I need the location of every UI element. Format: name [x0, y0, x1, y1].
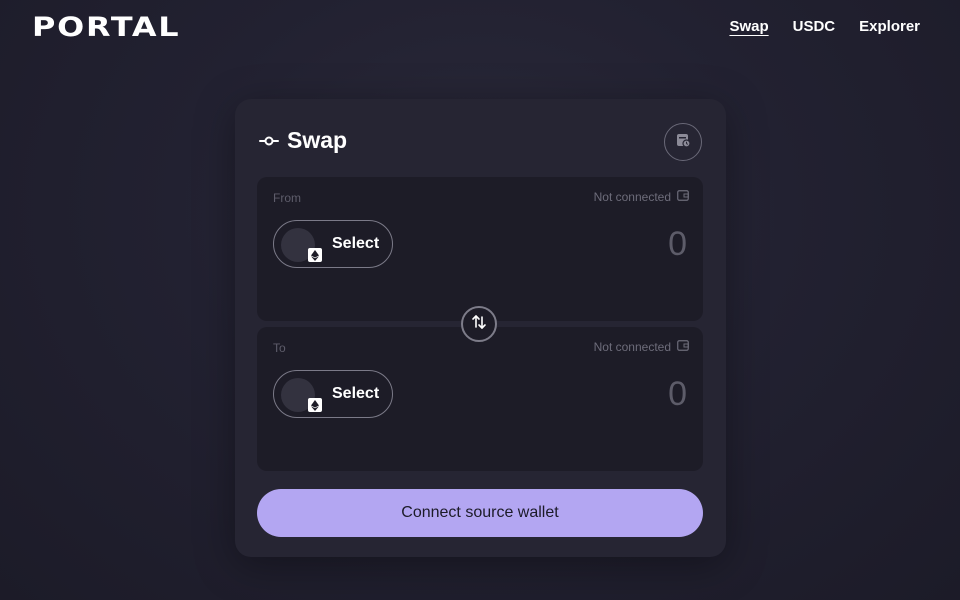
- commit-icon: [259, 131, 279, 151]
- wallet-icon: [677, 190, 689, 204]
- from-panel: From Not connected Select 0: [257, 177, 703, 321]
- card-title: Swap: [287, 127, 348, 153]
- ethereum-icon: [308, 398, 322, 412]
- wallet-icon: [677, 340, 689, 354]
- nav-link-swap[interactable]: Swap: [729, 18, 768, 35]
- to-connection-status: Not connected: [594, 340, 689, 354]
- nav-link-usdc[interactable]: USDC: [793, 18, 836, 35]
- to-select-label: Select: [332, 385, 380, 402]
- from-amount[interactable]: 0: [668, 225, 687, 264]
- from-status-text: Not connected: [593, 190, 671, 204]
- from-select-label: Select: [332, 235, 380, 252]
- title-wrap: Swap: [259, 127, 347, 154]
- main-nav: Swap USDC Explorer: [729, 18, 920, 35]
- swap-card: Swap From Not connected Select 0 To Not …: [235, 99, 726, 557]
- swap-arrows-icon: [470, 313, 488, 336]
- portal-logo[interactable]: PORTAL: [32, 13, 180, 43]
- from-connection-status: Not connected: [594, 190, 689, 204]
- to-panel: To Not connected Select 0: [257, 327, 703, 471]
- to-amount: 0: [668, 375, 687, 413]
- swap-direction-button[interactable]: [461, 306, 497, 342]
- from-label: From: [273, 191, 301, 205]
- top-bar: PORTAL Swap USDC Explorer: [0, 0, 960, 56]
- card-header: Swap: [259, 123, 702, 163]
- to-status-text: Not connected: [593, 340, 671, 354]
- to-token-select-button[interactable]: Select: [273, 370, 393, 418]
- connect-source-wallet-button[interactable]: Connect source wallet: [257, 489, 703, 537]
- transaction-history-button[interactable]: [664, 123, 702, 161]
- to-label: To: [273, 341, 286, 355]
- wallet-history-icon: [675, 132, 691, 153]
- from-token-select-button[interactable]: Select: [273, 220, 393, 268]
- ethereum-icon: [308, 248, 322, 262]
- nav-link-explorer[interactable]: Explorer: [859, 18, 920, 35]
